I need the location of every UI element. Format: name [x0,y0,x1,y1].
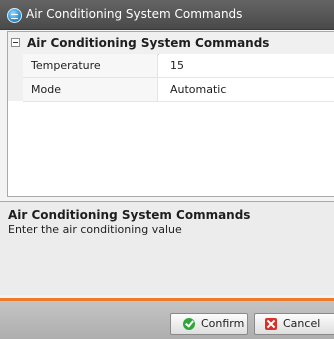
description-title: Air Conditioning System Commands [8,208,251,222]
property-name: Temperature [23,54,158,77]
temperature-value-field[interactable]: 15 [159,54,334,77]
confirm-button[interactable]: Confirm [170,313,248,335]
collapse-minus-icon[interactable] [11,38,20,47]
property-name: Mode [23,78,158,101]
check-circle-icon [183,318,195,330]
mode-value-field[interactable]: Automatic [159,78,334,101]
confirm-button-label: Confirm [201,317,245,330]
description-panel: Air Conditioning System Commands Enter t… [0,201,334,295]
property-group-title: Air Conditioning System Commands [27,36,270,50]
dialog-window: Air Conditioning System Commands Air Con… [0,0,334,339]
cancel-button[interactable]: Cancel [254,313,334,335]
property-grid-indent [8,54,23,101]
close-icon [265,318,277,330]
property-row-mode[interactable]: Mode Automatic [23,78,334,102]
cancel-button-label: Cancel [283,317,321,330]
property-group-header[interactable]: Air Conditioning System Commands [8,32,334,55]
property-row-temperature[interactable]: Temperature 15 [23,54,334,78]
window-title: Air Conditioning System Commands [26,7,243,21]
dialog-footer: Confirm Cancel [0,301,334,339]
property-grid: Air Conditioning System Commands Tempera… [7,31,334,197]
description-text: Enter the air conditioning value [8,223,182,236]
app-logo-icon [7,8,22,23]
title-bar[interactable]: Air Conditioning System Commands [0,0,334,30]
